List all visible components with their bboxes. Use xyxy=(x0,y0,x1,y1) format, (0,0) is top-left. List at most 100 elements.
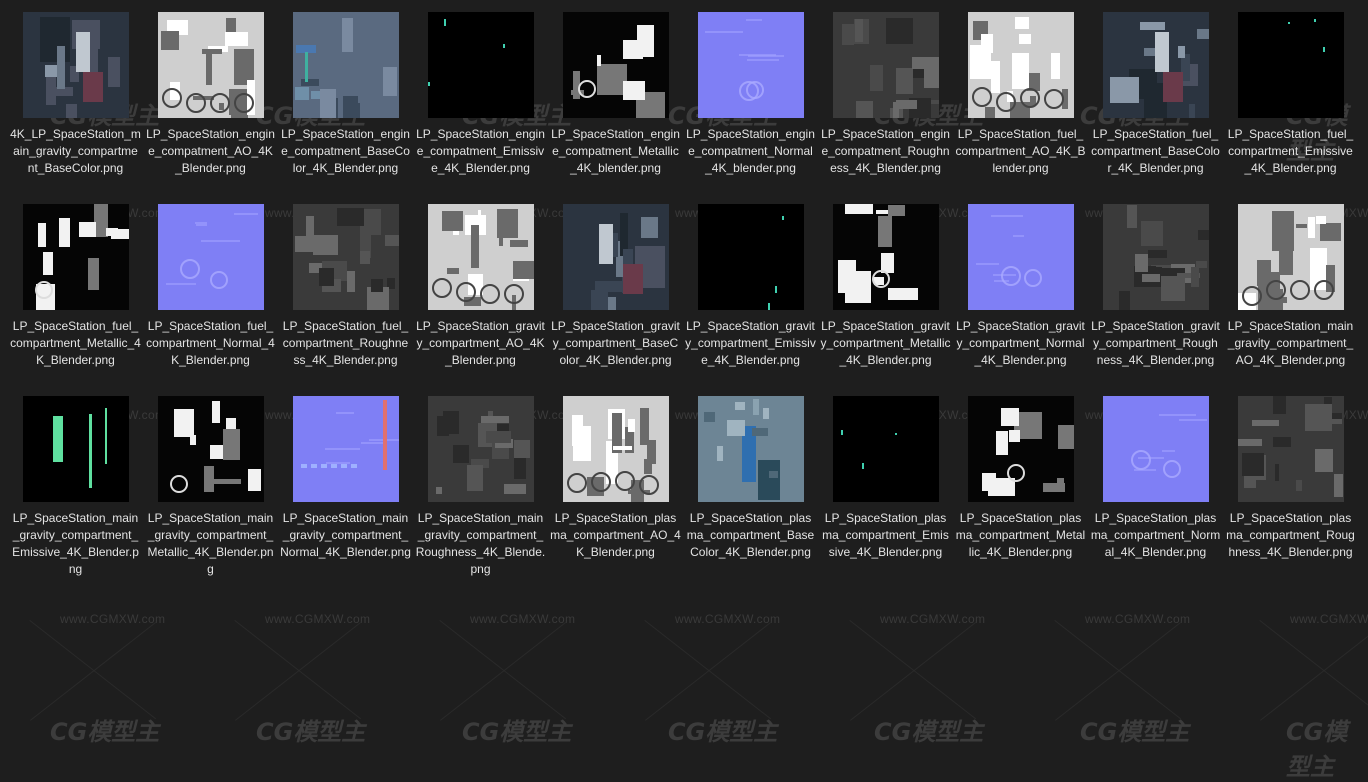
file-name: LP_SpaceStation_main_gravity_compartment… xyxy=(12,511,139,576)
file-tile[interactable]: LP_SpaceStation_fuel_compartment_Metalli… xyxy=(8,192,143,382)
texture-detail xyxy=(313,234,339,255)
texture-detail xyxy=(1051,52,1061,79)
file-tile[interactable]: LP_SpaceStation_plasma_compartment_Norma… xyxy=(1088,384,1223,574)
file-name: LP_SpaceStation_plasma_compartment_AO_4K… xyxy=(550,511,681,559)
file-thumbnail[interactable] xyxy=(968,12,1074,118)
texture-detail xyxy=(341,464,347,468)
file-name: LP_SpaceStation_gravity_compartment_Norm… xyxy=(956,319,1085,367)
file-name: LP_SpaceStation_fuel_compartment_Roughne… xyxy=(282,319,409,367)
texture-detail xyxy=(1161,276,1185,301)
texture-fill xyxy=(833,396,939,502)
file-thumbnail[interactable] xyxy=(428,204,534,310)
file-tile[interactable]: LP_SpaceStation_engine_compatment_Metall… xyxy=(548,0,683,190)
file-tile[interactable]: LP_SpaceStation_main_gravity_compartment… xyxy=(143,384,278,576)
file-tile[interactable]: LP_SpaceStation_plasma_compartment_Rough… xyxy=(1223,384,1358,574)
texture-detail xyxy=(1296,223,1308,229)
texture-detail xyxy=(190,434,197,446)
texture-detail xyxy=(613,446,632,451)
texture-circle xyxy=(210,92,230,113)
file-tile[interactable]: LP_SpaceStation_gravity_compartment_Roug… xyxy=(1088,192,1223,382)
file-thumbnail[interactable] xyxy=(158,204,264,310)
file-thumbnail[interactable] xyxy=(698,396,804,502)
file-tile[interactable]: LP_SpaceStation_engine_compatment_AO_4K_… xyxy=(143,0,278,190)
file-thumbnail[interactable] xyxy=(563,396,669,502)
texture-detail xyxy=(1126,205,1137,229)
file-thumbnail[interactable] xyxy=(833,204,939,310)
file-thumbnail[interactable] xyxy=(293,12,399,118)
file-tile[interactable]: LP_SpaceStation_gravity_compartment_Meta… xyxy=(818,192,953,382)
file-name: LP_SpaceStation_engine_compatment_Roughn… xyxy=(821,127,950,175)
texture-detail xyxy=(1315,216,1326,225)
file-tile[interactable]: LP_SpaceStation_gravity_compartment_Norm… xyxy=(953,192,1088,382)
texture-detail xyxy=(596,54,602,67)
file-tile[interactable]: LP_SpaceStation_main_gravity_compartment… xyxy=(413,384,548,576)
file-thumbnail[interactable] xyxy=(1103,396,1209,502)
file-thumbnail[interactable] xyxy=(968,396,1074,502)
texture-detail xyxy=(513,440,530,458)
texture-detail xyxy=(1333,474,1344,498)
file-tile[interactable]: LP_SpaceStation_engine_compatment_Normal… xyxy=(683,0,818,190)
texture-detail xyxy=(247,469,262,491)
texture-detail xyxy=(87,258,99,290)
texture-detail xyxy=(623,80,645,101)
emissive-dot xyxy=(841,430,844,435)
file-tile[interactable]: LP_SpaceStation_gravity_compartment_Emis… xyxy=(683,192,818,382)
texture-detail xyxy=(1110,76,1139,103)
file-thumbnail[interactable] xyxy=(833,12,939,118)
file-tile[interactable]: LP_SpaceStation_fuel_compartment_BaseCol… xyxy=(1088,0,1223,190)
file-thumbnail[interactable] xyxy=(1238,204,1344,310)
file-thumbnail[interactable] xyxy=(563,12,669,118)
file-thumbnail[interactable] xyxy=(158,12,264,118)
file-thumbnail[interactable] xyxy=(23,204,129,310)
texture-panel xyxy=(623,264,643,294)
file-thumbnail[interactable] xyxy=(1103,12,1209,118)
file-thumbnail[interactable] xyxy=(158,396,264,502)
file-name: LP_SpaceStation_plasma_compartment_Emiss… xyxy=(822,511,949,559)
file-tile[interactable]: LP_SpaceStation_engine_compatment_BaseCo… xyxy=(278,0,413,190)
texture-detail xyxy=(870,65,883,92)
file-tile[interactable]: LP_SpaceStation_plasma_compartment_AO_4K… xyxy=(548,384,683,574)
file-thumbnail[interactable] xyxy=(23,396,129,502)
texture-detail xyxy=(856,100,873,118)
texture-circle xyxy=(1044,88,1064,109)
file-tile[interactable]: LP_SpaceStation_gravity_compartment_Base… xyxy=(548,192,683,382)
file-tile[interactable]: LP_SpaceStation_main_gravity_compartment… xyxy=(8,384,143,576)
texture-detail xyxy=(295,86,310,101)
file-thumbnail[interactable] xyxy=(1238,396,1344,502)
file-thumbnail[interactable] xyxy=(698,12,804,118)
file-thumbnail[interactable] xyxy=(833,396,939,502)
texture-detail xyxy=(888,287,918,301)
file-tile[interactable]: LP_SpaceStation_fuel_compartment_Normal_… xyxy=(143,192,278,382)
file-thumbnail[interactable] xyxy=(1103,204,1209,310)
file-tile[interactable]: LP_SpaceStation_engine_compatment_Emissi… xyxy=(413,0,548,190)
file-tile[interactable]: LP_SpaceStation_main_gravity_compartment… xyxy=(278,384,413,574)
file-thumbnail[interactable] xyxy=(293,396,399,502)
file-thumbnail[interactable] xyxy=(1238,12,1344,118)
file-tile[interactable]: LP_SpaceStation_fuel_compartment_AO_4K_B… xyxy=(953,0,1088,190)
file-thumbnail[interactable] xyxy=(428,396,534,502)
file-tile[interactable]: 4K_LP_SpaceStation_main_gravity_compartm… xyxy=(8,0,143,190)
file-thumbnail[interactable] xyxy=(428,12,534,118)
file-tile[interactable]: LP_SpaceStation_gravity_compartment_AO_4… xyxy=(413,192,548,382)
file-thumbnail[interactable] xyxy=(563,204,669,310)
file-thumbnail[interactable] xyxy=(968,204,1074,310)
texture-detail xyxy=(382,66,397,96)
file-thumbnail[interactable] xyxy=(23,12,129,118)
texture-detail xyxy=(107,57,120,88)
file-name: LP_SpaceStation_plasma_compartment_Metal… xyxy=(955,511,1086,559)
file-tile[interactable]: LP_SpaceStation_plasma_compartment_BaseC… xyxy=(683,384,818,574)
file-tile[interactable]: LP_SpaceStation_engine_compatment_Roughn… xyxy=(818,0,953,190)
file-tile[interactable]: LP_SpaceStation_fuel_compartment_Emissiv… xyxy=(1223,0,1358,190)
file-tile[interactable]: LP_SpaceStation_fuel_compartment_Roughne… xyxy=(278,192,413,382)
texture-detail xyxy=(704,411,715,423)
file-name: LP_SpaceStation_plasma_compartment_BaseC… xyxy=(686,511,815,559)
file-tile[interactable]: LP_SpaceStation_plasma_compartment_Metal… xyxy=(953,384,1088,574)
file-thumbnail[interactable] xyxy=(293,204,399,310)
texture-detail xyxy=(639,407,650,445)
texture-detail xyxy=(1012,234,1025,237)
file-tile[interactable]: LP_SpaceStation_main_gravity_compartment… xyxy=(1223,192,1358,382)
file-tile[interactable]: LP_SpaceStation_plasma_compartment_Emiss… xyxy=(818,384,953,574)
file-thumbnail[interactable] xyxy=(698,204,804,310)
texture-detail xyxy=(233,212,258,215)
texture-detail xyxy=(509,240,528,248)
